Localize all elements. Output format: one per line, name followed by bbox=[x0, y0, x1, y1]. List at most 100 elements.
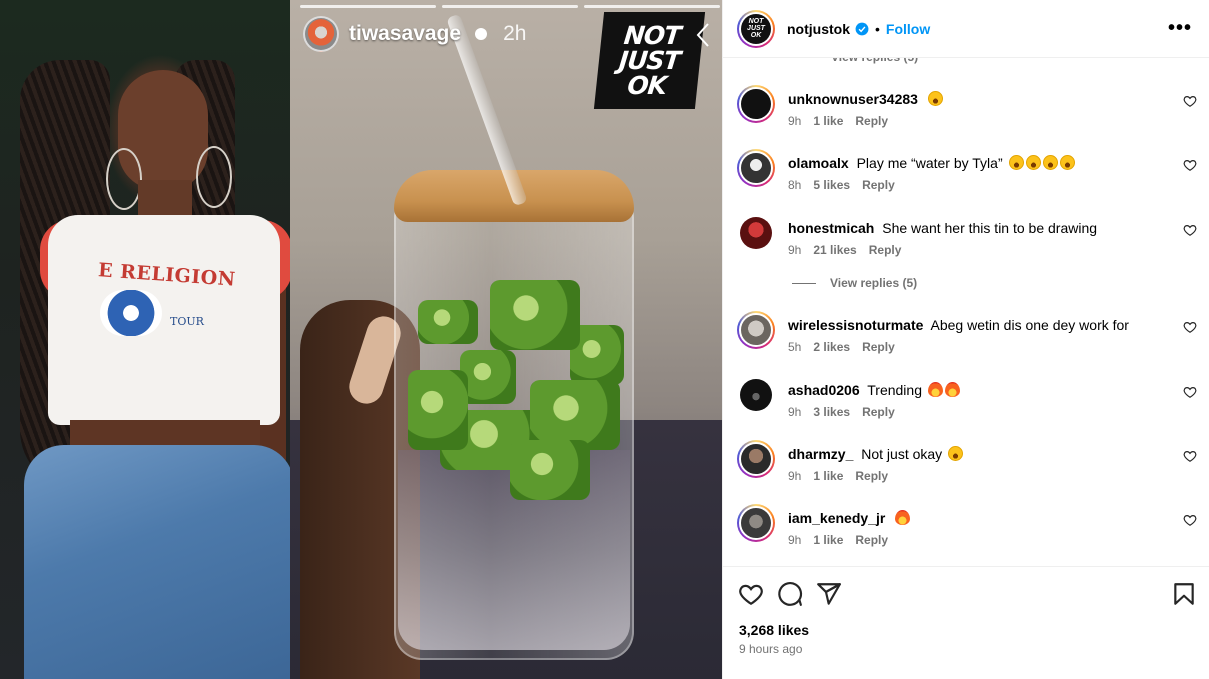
earring-right bbox=[196, 146, 232, 208]
comment-item: honestmicah She want her this tin to be … bbox=[737, 214, 1197, 274]
story-time: 2h bbox=[503, 22, 527, 45]
avatar-image bbox=[740, 379, 772, 411]
comment-time: 9h bbox=[788, 533, 802, 547]
avatar-logo-line: JUST bbox=[747, 25, 765, 32]
reply-button[interactable]: Reply bbox=[869, 243, 902, 257]
comment-avatar[interactable] bbox=[737, 214, 775, 252]
fire-emoji-icon bbox=[944, 382, 960, 397]
comment-likes[interactable]: 21 likes bbox=[813, 243, 856, 257]
comment-likes[interactable]: 1 like bbox=[813, 533, 843, 547]
reply-button[interactable]: Reply bbox=[862, 340, 895, 354]
laughing-emoji-icon bbox=[927, 91, 943, 106]
story-avatar bbox=[303, 16, 339, 52]
story-progress-segment bbox=[584, 5, 720, 8]
story-header: tiwasavage 2h bbox=[303, 16, 526, 52]
fire-emoji-icon bbox=[895, 510, 911, 525]
comment-time: 5h bbox=[788, 340, 802, 354]
post-header: NOT JUST OK notjustok • Follow ••• bbox=[723, 0, 1209, 58]
comment-username[interactable]: dharmzy_ bbox=[788, 446, 853, 462]
comment-text: She want her this tin to be drawing bbox=[882, 220, 1098, 236]
reply-button[interactable]: Reply bbox=[862, 405, 895, 419]
comment-username[interactable]: olamoalx bbox=[788, 155, 849, 171]
comment-time: 8h bbox=[788, 178, 802, 192]
profile-avatar[interactable]: NOT JUST OK bbox=[737, 9, 775, 48]
more-options-icon[interactable]: ••• bbox=[1168, 18, 1192, 38]
shirt-shape bbox=[48, 215, 280, 425]
heart-icon[interactable] bbox=[1183, 223, 1197, 237]
comment-item: olamoalx Play me “water by Tyla” 8h 5 li… bbox=[737, 149, 1197, 209]
comments-panel: NOT JUST OK notjustok • Follow ••• View … bbox=[722, 0, 1209, 679]
avatar-logo-line: OK bbox=[750, 32, 762, 39]
post-username[interactable]: notjustok bbox=[787, 21, 850, 37]
comment-likes[interactable]: 2 likes bbox=[813, 340, 850, 354]
story-progress-segment bbox=[442, 5, 578, 8]
comment-avatar[interactable] bbox=[737, 376, 775, 414]
comment-item: dharmzy_ Not just okay 9h 1 like Reply bbox=[737, 440, 1197, 500]
shirt-logo bbox=[100, 290, 162, 336]
reply-button[interactable]: Reply bbox=[855, 114, 888, 128]
comment-avatar[interactable] bbox=[737, 504, 775, 542]
comment-item: unknownuser34283 9h 1 like Reply bbox=[737, 85, 1197, 145]
okra-piece bbox=[490, 280, 580, 350]
comment-username[interactable]: ashad0206 bbox=[788, 382, 860, 398]
view-replies-label: View replies (5) bbox=[830, 276, 918, 290]
view-replies-link[interactable]: View replies (5) bbox=[792, 276, 917, 290]
verified-badge-icon bbox=[855, 22, 869, 35]
separator-dot: • bbox=[875, 20, 880, 37]
share-icon[interactable] bbox=[816, 581, 842, 607]
okra-piece bbox=[460, 350, 516, 404]
comment-time: 9h bbox=[788, 243, 802, 257]
comment-likes[interactable]: 1 like bbox=[813, 469, 843, 483]
laughing-emoji-icon bbox=[1008, 155, 1024, 170]
avatar-image bbox=[739, 313, 773, 347]
heart-icon[interactable] bbox=[1183, 513, 1197, 527]
follow-button[interactable]: Follow bbox=[886, 21, 930, 37]
heart-icon[interactable] bbox=[1183, 320, 1197, 334]
okra-piece bbox=[418, 300, 478, 344]
comment-likes[interactable]: 1 like bbox=[813, 114, 843, 128]
reply-button[interactable]: Reply bbox=[855, 533, 888, 547]
chevron-left-icon bbox=[696, 23, 709, 47]
post-actions: 3,268 likes 9 hours ago bbox=[723, 566, 1209, 679]
comment-username[interactable]: iam_kenedy_jr bbox=[788, 510, 885, 526]
laughing-emoji-icon bbox=[948, 446, 964, 461]
post-timestamp: 9 hours ago bbox=[739, 642, 803, 656]
heart-icon[interactable] bbox=[1183, 385, 1197, 399]
heart-icon[interactable] bbox=[738, 581, 764, 607]
comment-item: wirelessisnoturmate Abeg wetin dis one d… bbox=[737, 311, 1197, 371]
avatar-image bbox=[739, 442, 773, 476]
watermark-line: JUST bbox=[617, 46, 682, 75]
heart-icon[interactable] bbox=[1183, 158, 1197, 172]
heart-icon[interactable] bbox=[1183, 449, 1197, 463]
comment-text: Abeg wetin dis one dey work for bbox=[930, 317, 1129, 333]
comment-username[interactable]: unknownuser34283 bbox=[788, 91, 918, 107]
photo-woman: E RELIGION TOUR bbox=[0, 0, 294, 679]
watermark-line: NOT bbox=[622, 21, 682, 50]
story-progress-segment bbox=[300, 5, 436, 8]
post-media[interactable]: E RELIGION TOUR tiwasavage 2h NOT JUST O… bbox=[0, 0, 722, 679]
likes-count[interactable]: 3,268 likes bbox=[739, 622, 809, 638]
comment-item: ashad0206 Trending 9h 3 likes Reply bbox=[737, 376, 1197, 436]
avatar-logo-line: NOT bbox=[748, 18, 764, 25]
comment-icon[interactable] bbox=[777, 581, 803, 607]
avatar-image bbox=[739, 151, 773, 185]
bookmark-icon[interactable] bbox=[1171, 581, 1197, 607]
shirt-tour-text: TOUR bbox=[170, 315, 204, 328]
comment-likes[interactable]: 5 likes bbox=[813, 178, 850, 192]
comment-avatar[interactable] bbox=[737, 440, 775, 478]
comment-avatar[interactable] bbox=[737, 149, 775, 187]
comment-avatar[interactable] bbox=[737, 85, 775, 123]
comment-avatar[interactable] bbox=[737, 311, 775, 349]
story-username: tiwasavage bbox=[349, 22, 462, 45]
comment-likes[interactable]: 3 likes bbox=[813, 405, 850, 419]
laughing-emoji-icon bbox=[1042, 155, 1058, 170]
comment-username[interactable]: honestmicah bbox=[788, 220, 874, 236]
comment-item: iam_kenedy_jr 9h 1 like Reply bbox=[737, 504, 1197, 564]
comment-text: Not just okay bbox=[861, 446, 943, 462]
avatar-image bbox=[740, 217, 772, 249]
comment-username[interactable]: wirelessisnoturmate bbox=[788, 317, 923, 333]
reply-button[interactable]: Reply bbox=[855, 469, 888, 483]
reply-button[interactable]: Reply bbox=[862, 178, 895, 192]
heart-icon[interactable] bbox=[1183, 94, 1197, 108]
laughing-emoji-icon bbox=[1059, 155, 1075, 170]
